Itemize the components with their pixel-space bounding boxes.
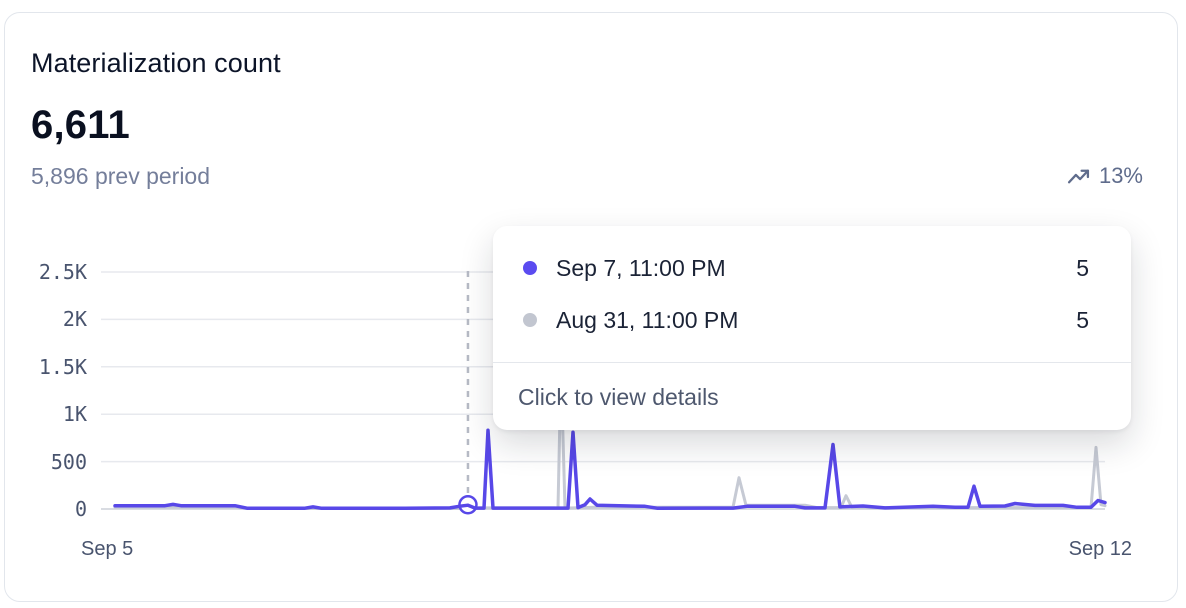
tooltip-series-label: Aug 31, 11:00 PM bbox=[556, 306, 738, 334]
tooltip-series-dot-icon bbox=[523, 313, 537, 327]
x-axis-label-end: Sep 12 bbox=[1069, 535, 1132, 563]
tooltip-series-value: 5 bbox=[1076, 254, 1089, 282]
tooltip-row: Sep 7, 11:00 PM 5 bbox=[523, 254, 1089, 282]
trending-up-icon bbox=[1067, 165, 1090, 188]
tooltip-footer: Click to view details bbox=[493, 363, 1131, 430]
tooltip-series-value: 5 bbox=[1076, 306, 1089, 334]
metric-value: 6,611 bbox=[31, 101, 130, 149]
tooltip-rows: Sep 7, 11:00 PM 5 Aug 31, 11:00 PM 5 bbox=[493, 226, 1131, 362]
trend-indicator: 13% bbox=[1067, 161, 1143, 191]
metric-title: Materialization count bbox=[31, 47, 281, 79]
tooltip-series-dot-icon bbox=[523, 261, 537, 275]
x-axis-label-start: Sep 5 bbox=[81, 535, 133, 563]
tooltip-row: Aug 31, 11:00 PM 5 bbox=[523, 306, 1089, 334]
metric-prev-period: 5,896 prev period bbox=[31, 161, 210, 191]
trend-percent: 13% bbox=[1099, 163, 1143, 189]
chart-tooltip[interactable]: Sep 7, 11:00 PM 5 Aug 31, 11:00 PM 5 Click … bbox=[493, 226, 1131, 430]
materialization-count-card: Materialization count 6,611 5,896 prev p… bbox=[4, 12, 1178, 602]
tooltip-series-label: Sep 7, 11:00 PM bbox=[556, 254, 726, 282]
series-line-current bbox=[115, 430, 1105, 508]
